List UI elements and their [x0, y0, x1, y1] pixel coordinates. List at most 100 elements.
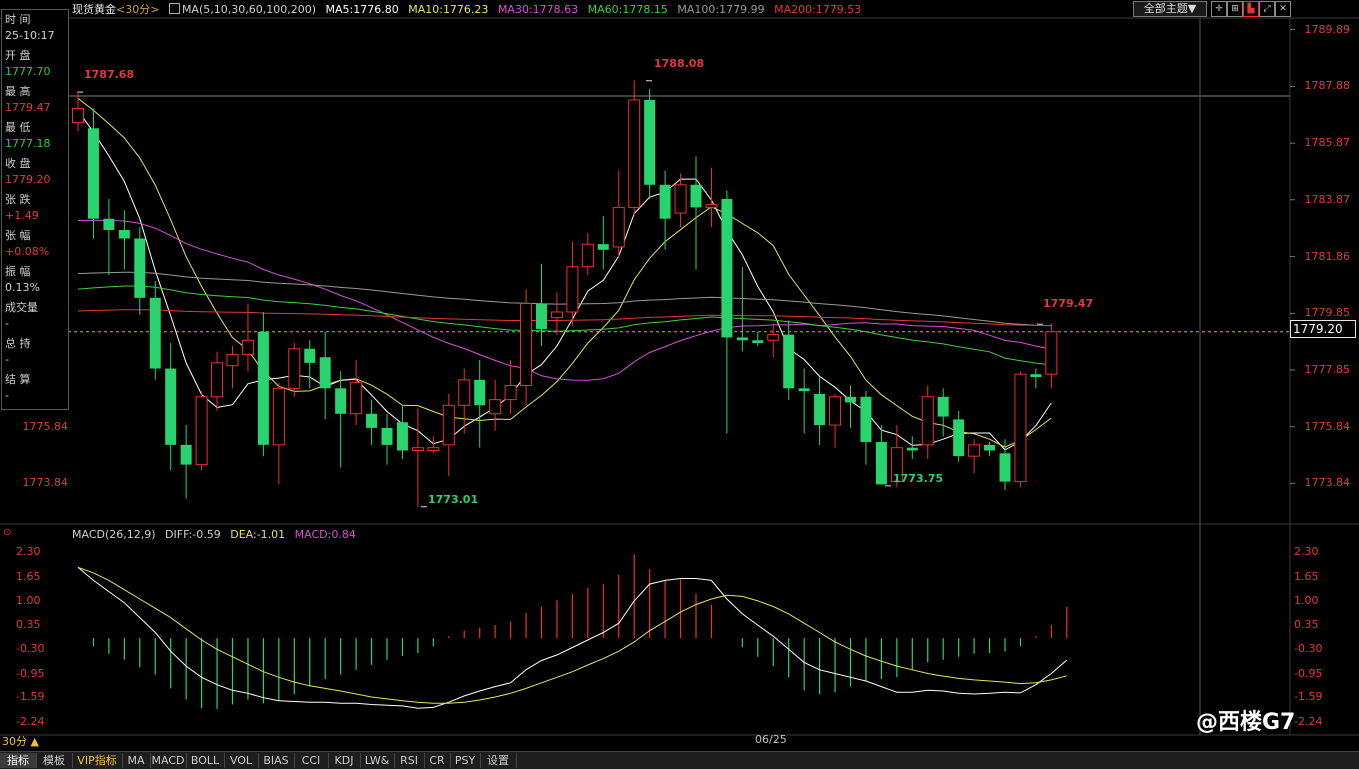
candle — [134, 227, 146, 315]
candle — [381, 413, 393, 465]
ma10-label: MA10:1776.23 — [408, 3, 489, 16]
macd-axis-label: 1.65 — [1294, 569, 1319, 583]
tab-12[interactable]: CR — [424, 753, 451, 768]
tab-7[interactable]: BIAS — [258, 753, 295, 768]
price-axis-label: 1787.88 — [1304, 79, 1351, 93]
candle — [953, 410, 965, 462]
crosshair-icon[interactable]: ✛ — [1211, 1, 1227, 17]
info-label: 开 盘 — [5, 49, 31, 62]
macd-axis-label: 1.65 — [16, 569, 41, 583]
tab-10[interactable]: LW& — [360, 753, 395, 768]
tab-3[interactable]: MA — [122, 753, 151, 768]
price-axis-label: 1789.89 — [1304, 22, 1351, 36]
chart-canvas[interactable] — [0, 0, 1359, 768]
tab-0[interactable]: 指标 — [0, 753, 37, 768]
price-axis-label: 1777.85 — [1304, 362, 1351, 376]
macd-header: MACD(26,12,9) — [72, 528, 156, 541]
macd-dea-label: DEA:-1.01 — [230, 528, 286, 541]
tab-6[interactable]: VOL — [224, 753, 259, 768]
macd-axis-label: -1.59 — [1294, 690, 1323, 704]
info-value: - — [5, 389, 9, 402]
candle — [350, 360, 363, 426]
info-label: 成交量 — [5, 301, 38, 314]
tab-9[interactable]: KDJ — [328, 753, 361, 768]
macd-axis-label: 1.00 — [16, 593, 41, 607]
macd-axis-label: -2.24 — [1294, 714, 1323, 728]
candle — [984, 442, 996, 457]
macd-settings-icon[interactable]: ⊙ — [3, 527, 13, 538]
info-value: 1779.47 — [5, 101, 51, 114]
tab-2[interactable]: VIP指标 — [72, 753, 123, 768]
ma30-line — [77, 219, 1052, 381]
info-value: 1777.70 — [5, 65, 51, 78]
price-axis-label: 1779.85 — [1304, 306, 1351, 320]
candle — [1030, 368, 1042, 389]
candle — [149, 280, 161, 380]
info-label: 最 低 — [5, 121, 31, 134]
tab-11[interactable]: RSI — [394, 753, 425, 768]
candle — [489, 379, 502, 431]
ma100-label: MA100:1779.99 — [677, 3, 765, 16]
candle — [550, 292, 563, 335]
candle — [165, 343, 177, 471]
tab-8[interactable]: CCI — [294, 753, 329, 768]
moving-average-lines — [77, 97, 1052, 451]
candle — [860, 391, 872, 465]
current-price-tag: 1779.20 — [1290, 320, 1356, 338]
period-selector[interactable]: 30分 ▲ — [2, 735, 39, 749]
info-value: 1779.20 — [5, 173, 51, 186]
grid-layer — [0, 17, 1359, 736]
chart-mode-icon[interactable]: ▙ — [1243, 1, 1259, 17]
info-value: 1777.18 — [5, 137, 51, 150]
tab-13[interactable]: PSY — [450, 753, 481, 768]
tab-4[interactable]: MACD — [150, 753, 187, 768]
candle — [644, 88, 656, 199]
tab-14[interactable]: 设置 — [480, 753, 517, 768]
macd-axis-label: 0.35 — [16, 618, 41, 632]
candle — [536, 263, 547, 346]
candle — [195, 391, 208, 471]
candle — [411, 408, 424, 508]
ma10-line — [77, 97, 1052, 448]
candle — [1045, 323, 1058, 389]
ma-icon — [168, 3, 180, 14]
candle — [628, 80, 641, 216]
candle — [767, 323, 780, 358]
candle — [921, 385, 934, 459]
candle — [752, 331, 764, 346]
price-axis-label: 1783.87 — [1304, 192, 1351, 206]
candle — [937, 388, 949, 437]
tab-5[interactable]: BOLL — [186, 753, 225, 768]
ma30-label: MA30:1778.63 — [497, 3, 579, 16]
candle — [597, 215, 609, 270]
candle — [304, 340, 316, 389]
macd-panel — [77, 554, 1068, 709]
close-icon[interactable]: ✕ — [1275, 1, 1291, 17]
info-label: 时 间 — [5, 13, 31, 26]
info-value: - — [5, 353, 9, 366]
tab-1[interactable]: 模板 — [36, 753, 73, 768]
price-axis-label: 1785.87 — [1304, 136, 1351, 150]
info-value: 0.13% — [5, 281, 40, 294]
info-value: +0.08% — [5, 245, 50, 258]
candle — [566, 241, 579, 327]
price-axis-label: 1773.84 — [1304, 476, 1351, 490]
annotation-high-left: 1787.68 — [84, 68, 135, 81]
zoom-icon[interactable]: ⊞ — [1227, 1, 1243, 17]
quote-info-panel: 时 间 25-10:17 开 盘 1777.70 最 高 1779.47 最 低 1777.1… — [1, 9, 69, 410]
expand-icon[interactable]: ⤢ — [1259, 1, 1275, 17]
theme-selector-button[interactable]: 全部主题▼ — [1133, 1, 1207, 17]
candle — [257, 311, 269, 457]
period-tag[interactable]: <30分> — [116, 3, 159, 16]
candle — [335, 371, 347, 468]
ma5-line — [77, 110, 1052, 451]
candle — [442, 393, 455, 476]
info-label: 张 幅 — [5, 229, 31, 242]
candle — [659, 170, 671, 250]
candle — [520, 289, 533, 406]
ma100-line — [77, 271, 1052, 327]
annotation-low-left: 1773.01 — [428, 493, 479, 506]
candle — [721, 190, 733, 434]
annotation-last-high: 1779.47 — [1043, 297, 1094, 310]
annotation-low-right: 1773.75 — [893, 472, 944, 485]
